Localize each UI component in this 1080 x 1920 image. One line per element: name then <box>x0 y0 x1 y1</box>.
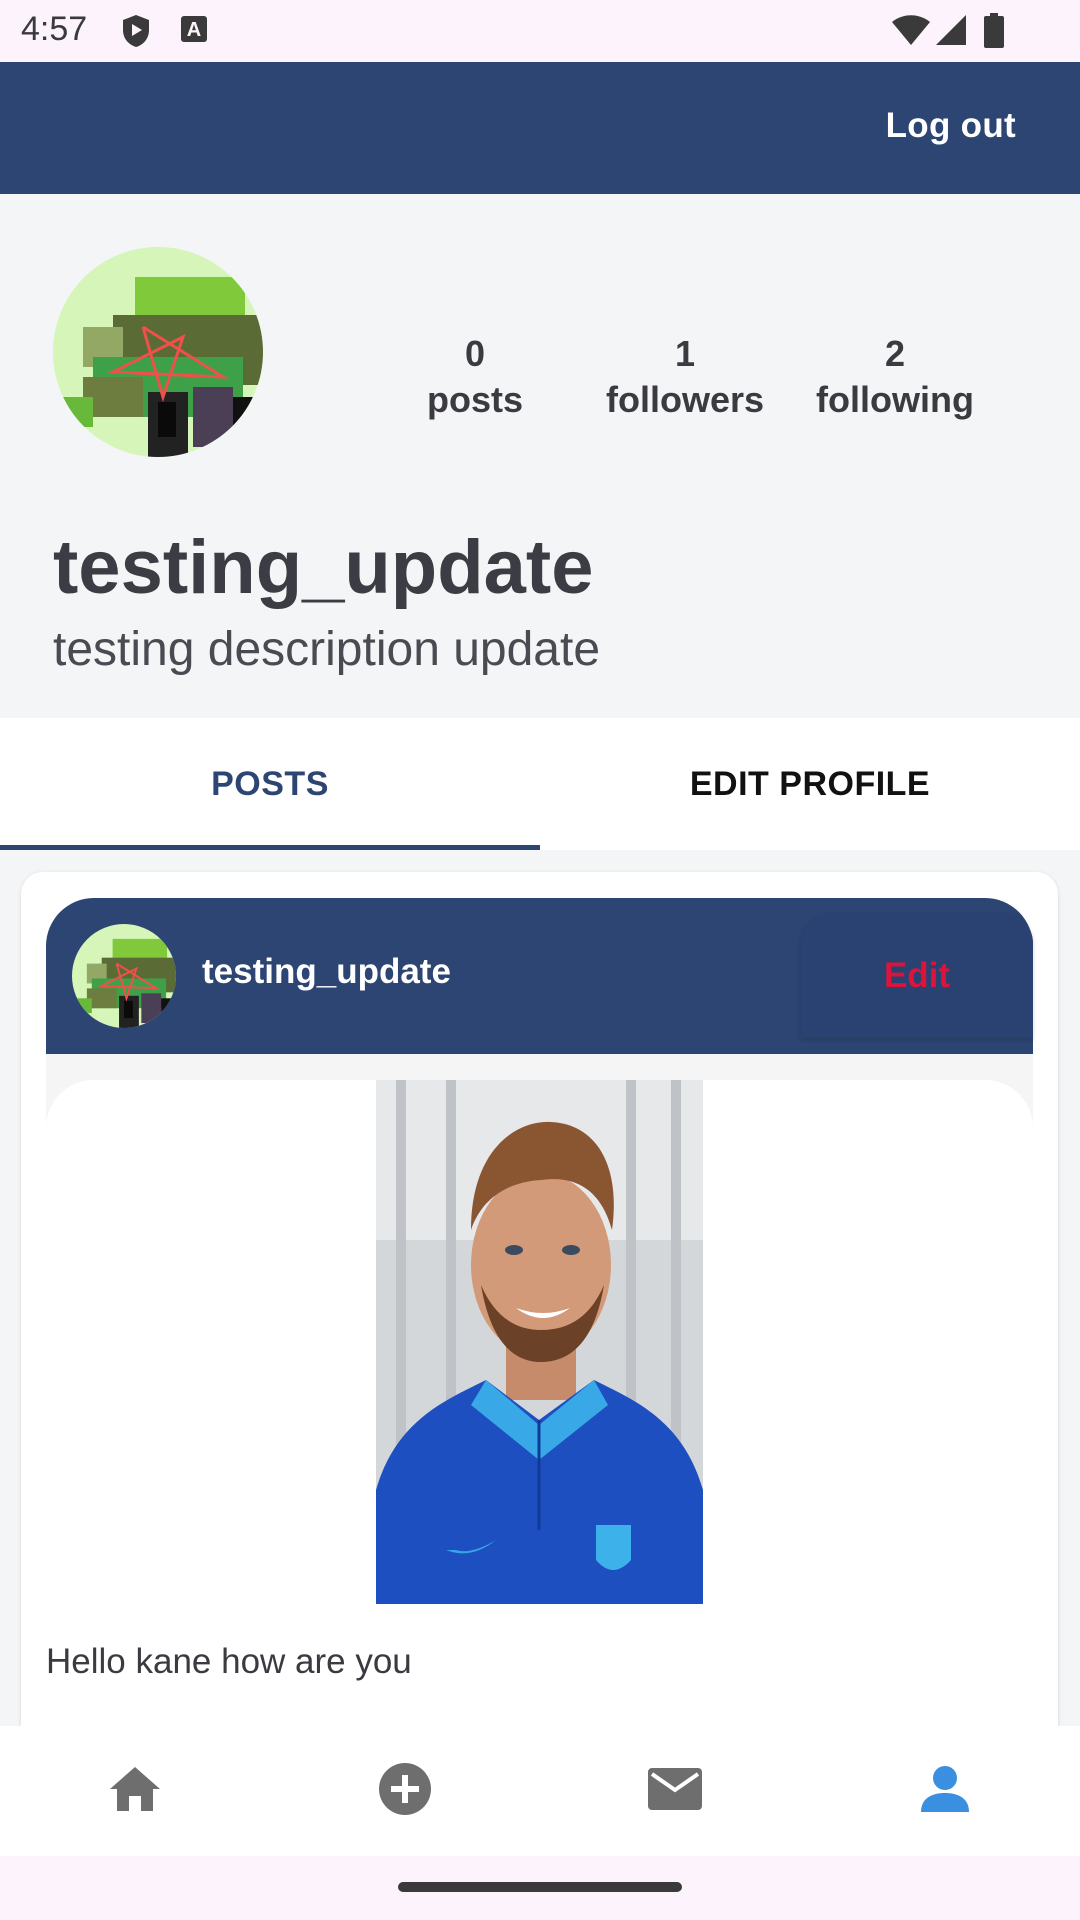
stat-followers[interactable]: 1 followers <box>600 331 770 423</box>
posts-list[interactable]: testing_update Edit Hello kane how are y… <box>0 850 1080 1726</box>
mail-icon <box>647 1767 703 1816</box>
nav-add-post[interactable] <box>360 1746 450 1836</box>
add-circle-icon <box>378 1762 432 1821</box>
font-a-icon: A <box>180 13 208 50</box>
battery-icon <box>983 13 1005 54</box>
wifi-icon <box>891 13 931 52</box>
post-body: Hello kane how are you <box>46 1054 1033 1726</box>
post-body-inner: Hello kane how are you <box>46 1080 1033 1726</box>
app-bar: Log out <box>0 62 1080 194</box>
profile-tabs: POSTS EDIT PROFILE <box>0 718 1080 850</box>
person-icon <box>920 1765 970 1818</box>
nav-profile[interactable] <box>900 1746 990 1836</box>
post-image[interactable] <box>376 1080 703 1604</box>
profile-header: 0 posts 1 followers 2 following testing_… <box>0 194 1080 718</box>
gesture-handle[interactable] <box>398 1882 682 1892</box>
post-header: testing_update Edit <box>46 898 1033 1054</box>
stat-following[interactable]: 2 following <box>810 331 980 423</box>
post-caption: Hello kane how are you <box>46 1642 412 1681</box>
stat-posts-value: 0 <box>464 333 486 374</box>
bottom-nav <box>0 1726 1080 1856</box>
stat-following-value: 2 <box>884 333 906 374</box>
signal-icon <box>935 13 967 52</box>
tab-edit-profile[interactable]: EDIT PROFILE <box>540 718 1080 850</box>
stat-posts-label: posts <box>426 379 523 420</box>
status-bar: 4:57 A <box>0 0 1080 62</box>
post-card: testing_update Edit Hello kane how are y… <box>21 872 1058 1726</box>
stat-following-label: following <box>816 379 974 420</box>
status-time: 4:57 <box>21 10 88 48</box>
svg-text:A: A <box>187 19 201 41</box>
stat-followers-value: 1 <box>674 333 696 374</box>
stat-followers-label: followers <box>605 379 765 420</box>
edit-post-button[interactable]: Edit <box>801 913 1033 1038</box>
post-avatar[interactable] <box>72 924 176 1028</box>
logout-button[interactable]: Log out <box>886 106 1016 146</box>
gesture-area <box>0 1856 1080 1920</box>
shield-icon <box>120 13 152 54</box>
nav-messages[interactable] <box>630 1746 720 1836</box>
stat-posts: 0 posts <box>420 331 530 423</box>
profile-username: testing_update <box>53 525 594 610</box>
tab-posts[interactable]: POSTS <box>0 718 540 850</box>
home-icon <box>108 1765 162 1818</box>
nav-home[interactable] <box>90 1746 180 1836</box>
profile-bio: testing description update <box>53 623 601 676</box>
avatar[interactable] <box>53 247 263 457</box>
post-username[interactable]: testing_update <box>202 952 451 992</box>
